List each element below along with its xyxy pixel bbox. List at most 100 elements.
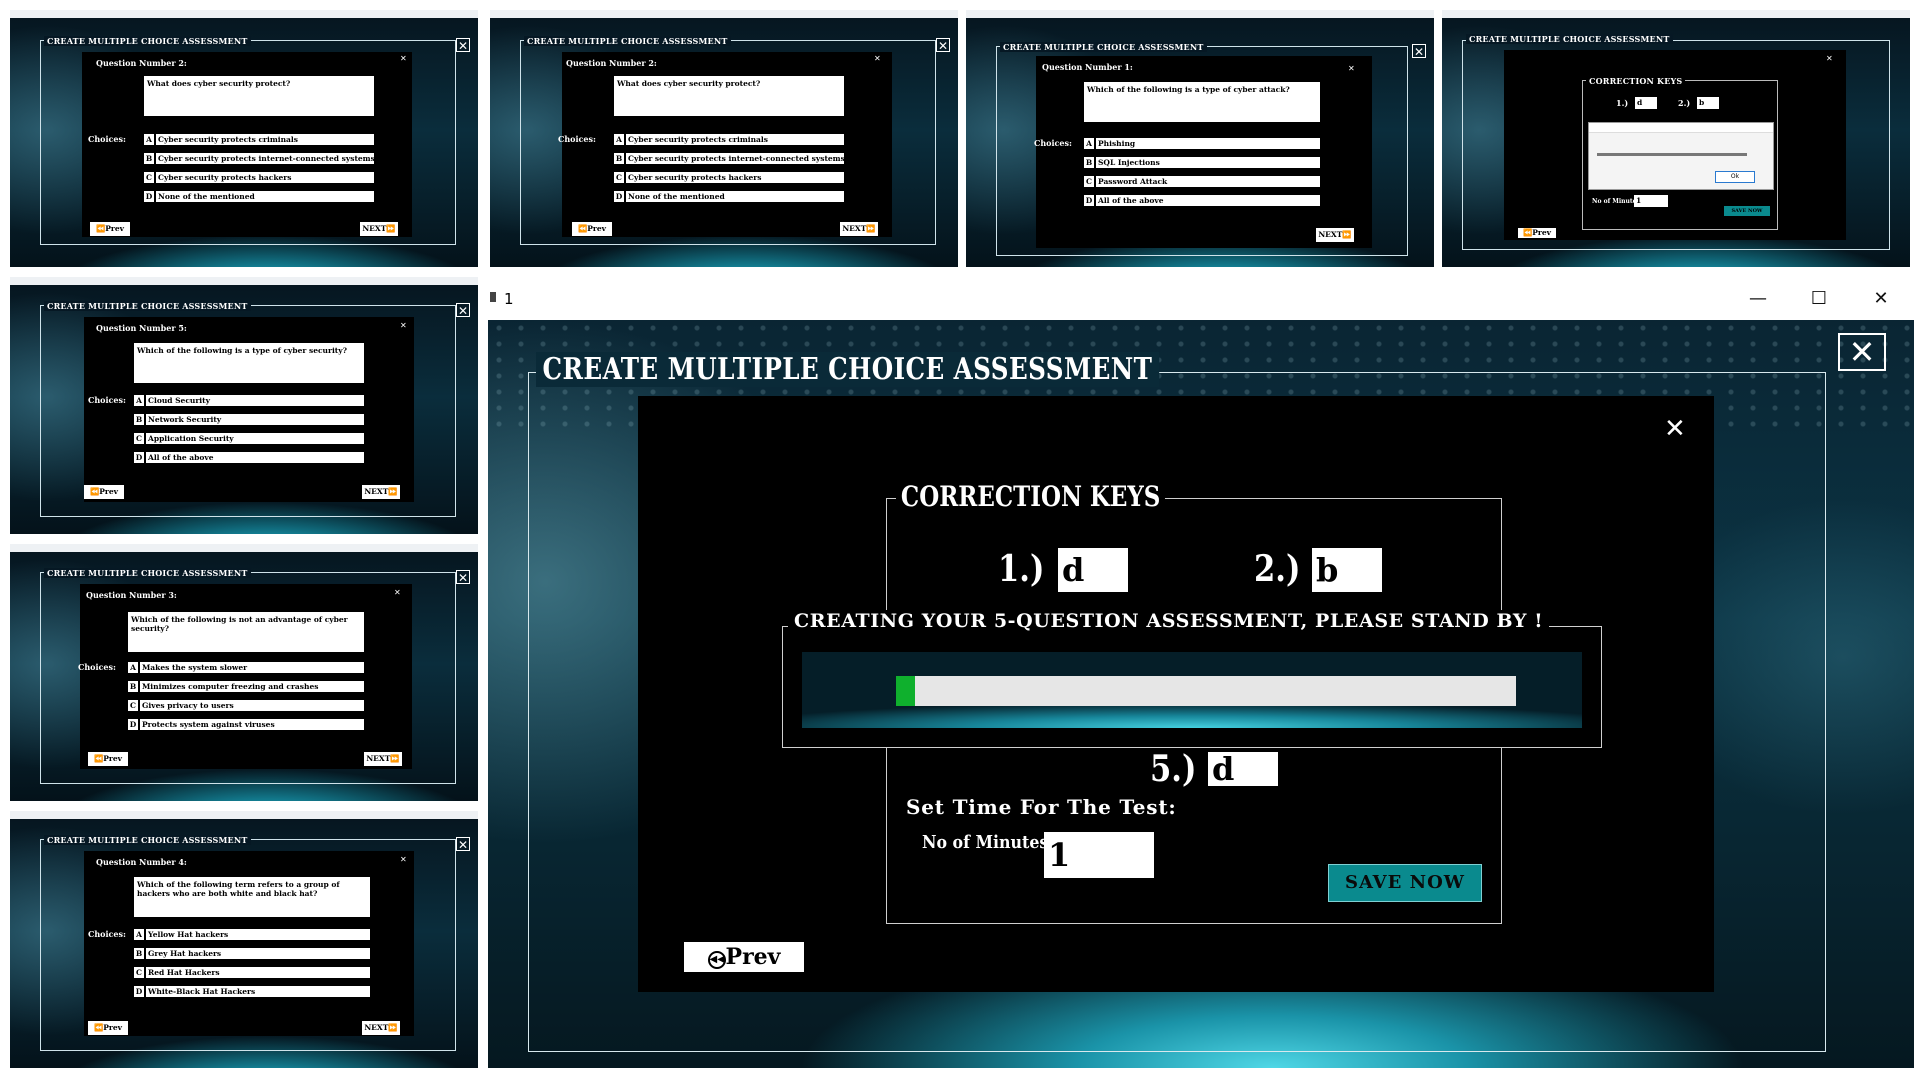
option-letter: D xyxy=(134,452,144,463)
option-input[interactable]: Password Attack xyxy=(1096,176,1320,187)
option-input[interactable]: Cyber security protects criminals xyxy=(626,134,844,145)
key5-input[interactable]: d xyxy=(1208,752,1278,786)
key2-input[interactable]: b xyxy=(1697,97,1719,109)
option-input[interactable]: White-Black Hat Hackers xyxy=(146,986,370,997)
rewind-icon: ⏪ xyxy=(577,224,588,233)
option-input[interactable]: Cyber security protects hackers xyxy=(626,172,844,183)
prev-button[interactable]: ⏪Prev xyxy=(572,222,612,236)
option-input[interactable]: Phishing xyxy=(1096,138,1320,149)
close-icon[interactable]: ✕ xyxy=(1838,333,1886,371)
option-letter: B xyxy=(134,414,144,425)
option-letter: D xyxy=(614,191,624,202)
inner-close-icon[interactable]: ✕ xyxy=(400,54,407,63)
window-title: 1 xyxy=(504,290,514,308)
key2-label: 2.) xyxy=(1254,548,1301,590)
minutes-input[interactable]: 1 xyxy=(1634,195,1668,207)
maximize-button[interactable]: ☐ xyxy=(1796,286,1842,312)
option-row: C Cyber security protects hackers xyxy=(614,172,844,183)
question-text[interactable]: What does cyber security protect? xyxy=(614,76,844,116)
thumbnail-question-2: CREATE MULTIPLE CHOICE ASSESSMENT ✕ ✕ Quest… xyxy=(490,10,958,267)
option-input[interactable]: None of the mentioned xyxy=(156,191,374,202)
next-button[interactable]: NEXT⏩ xyxy=(840,222,878,236)
message-dialog: Ok xyxy=(1588,122,1774,190)
next-button[interactable]: NEXT⏩ xyxy=(360,222,398,236)
save-now-button[interactable]: SAVE NOW xyxy=(1328,864,1482,902)
question-text[interactable]: Which of the following is a type of cybe… xyxy=(1084,82,1320,122)
option-letter: C xyxy=(1084,176,1094,187)
minimize-button[interactable]: — xyxy=(1735,286,1781,312)
option-row: B SQL Injections xyxy=(1084,157,1320,168)
save-now-button[interactable]: SAVE NOW xyxy=(1724,206,1770,216)
option-row: B Network Security xyxy=(134,414,364,425)
next-button[interactable]: NEXT⏩ xyxy=(362,1021,400,1035)
question-text[interactable]: What does cyber security protect? xyxy=(144,76,374,116)
key5-label: 5.) xyxy=(1150,748,1197,790)
question-text[interactable]: Which of the following term refers to a … xyxy=(134,877,370,917)
option-input[interactable]: All of the above xyxy=(1096,195,1320,206)
close-icon[interactable]: ✕ xyxy=(456,837,470,852)
inner-close-icon[interactable]: ✕ xyxy=(394,588,401,597)
option-input[interactable]: Yellow Hat hackers xyxy=(146,929,370,940)
option-input[interactable]: Makes the system slower xyxy=(140,662,364,673)
inner-close-icon[interactable]: ✕ xyxy=(1348,64,1355,73)
option-input[interactable]: Application Security xyxy=(146,433,364,444)
inner-close-icon[interactable]: ✕ xyxy=(874,54,881,63)
question-text[interactable]: Which of the following is a type of cybe… xyxy=(134,343,364,383)
option-row: D All of the above xyxy=(134,452,364,463)
prev-button[interactable]: ◀◀Prev xyxy=(684,942,804,972)
option-input[interactable]: Cyber security protects hackers xyxy=(156,172,374,183)
next-button[interactable]: NEXT⏩ xyxy=(362,485,400,499)
next-label: NEXT xyxy=(366,754,391,763)
choices-label: Choices: xyxy=(88,134,126,144)
option-row: A Cloud Security xyxy=(134,395,364,406)
key2-input[interactable]: b xyxy=(1312,548,1382,592)
prev-button[interactable]: ⏪Prev xyxy=(1518,228,1556,238)
option-input[interactable]: Cloud Security xyxy=(146,395,364,406)
option-input[interactable]: All of the above xyxy=(146,452,364,463)
option-letter: B xyxy=(1084,157,1094,168)
option-input[interactable]: Minimizes computer freezing and crashes xyxy=(140,681,364,692)
banner-title: CREATE MULTIPLE CHOICE ASSESSMENT xyxy=(1466,34,1673,44)
dialog-ok-button[interactable]: Ok xyxy=(1715,171,1755,183)
close-icon[interactable]: ✕ xyxy=(456,303,470,318)
screenshot-collage: CREATE MULTIPLE CHOICE ASSESSMENT ✕ ✕ Quest… xyxy=(0,0,1920,1080)
dialog-titlebar xyxy=(1589,123,1773,133)
option-input[interactable]: Protects system against viruses xyxy=(140,719,364,730)
option-input[interactable]: SQL Injections xyxy=(1096,157,1320,168)
option-row: D White-Black Hat Hackers xyxy=(134,986,370,997)
next-button[interactable]: NEXT⏩ xyxy=(364,752,402,766)
option-input[interactable]: Red Hat Hackers xyxy=(146,967,370,978)
inner-close-icon[interactable]: ✕ xyxy=(1664,414,1686,444)
key1-input[interactable]: d xyxy=(1635,97,1657,109)
close-icon[interactable]: ✕ xyxy=(936,38,950,53)
option-letter: C xyxy=(614,172,624,183)
option-input[interactable]: Cyber security protects criminals xyxy=(156,134,374,145)
close-icon[interactable]: ✕ xyxy=(456,38,470,53)
prev-label: Prev xyxy=(1532,228,1552,237)
key1-input[interactable]: d xyxy=(1058,548,1128,592)
minutes-input[interactable]: 1 xyxy=(1044,832,1154,878)
fast-forward-icon: ⏩ xyxy=(388,1023,398,1032)
prev-button[interactable]: ⏪Prev xyxy=(88,1021,128,1035)
option-letter: C xyxy=(134,967,144,978)
option-input[interactable]: Grey Hat hackers xyxy=(146,948,370,959)
prev-button[interactable]: ⏪Prev xyxy=(88,752,128,766)
option-letter: B xyxy=(144,153,154,164)
inner-close-icon[interactable]: ✕ xyxy=(400,321,407,330)
option-input[interactable]: Cyber security protects internet-connect… xyxy=(156,153,374,164)
window-titlebar: 1 — ☐ ✕ xyxy=(488,278,1914,320)
close-icon[interactable]: ✕ xyxy=(1412,44,1426,59)
question-text[interactable]: Which of the following is not an advanta… xyxy=(128,612,364,652)
main-window: 1 — ☐ ✕ CREATE MULTIPLE CHOICE ASSESSMEN… xyxy=(488,278,1914,1068)
window-close-button[interactable]: ✕ xyxy=(1858,286,1904,312)
option-input[interactable]: Network Security xyxy=(146,414,364,425)
close-icon[interactable]: ✕ xyxy=(456,570,470,585)
prev-button[interactable]: ⏪Prev xyxy=(84,485,124,499)
option-input[interactable]: None of the mentioned xyxy=(626,191,844,202)
option-input[interactable]: Gives privacy to users xyxy=(140,700,364,711)
close-icon[interactable]: ✕ xyxy=(1826,54,1833,63)
prev-button[interactable]: ⏪Prev xyxy=(90,222,130,236)
inner-close-icon[interactable]: ✕ xyxy=(400,855,407,864)
option-input[interactable]: Cyber security protects internet-connect… xyxy=(626,153,844,164)
next-button[interactable]: NEXT⏩ xyxy=(1316,228,1354,242)
